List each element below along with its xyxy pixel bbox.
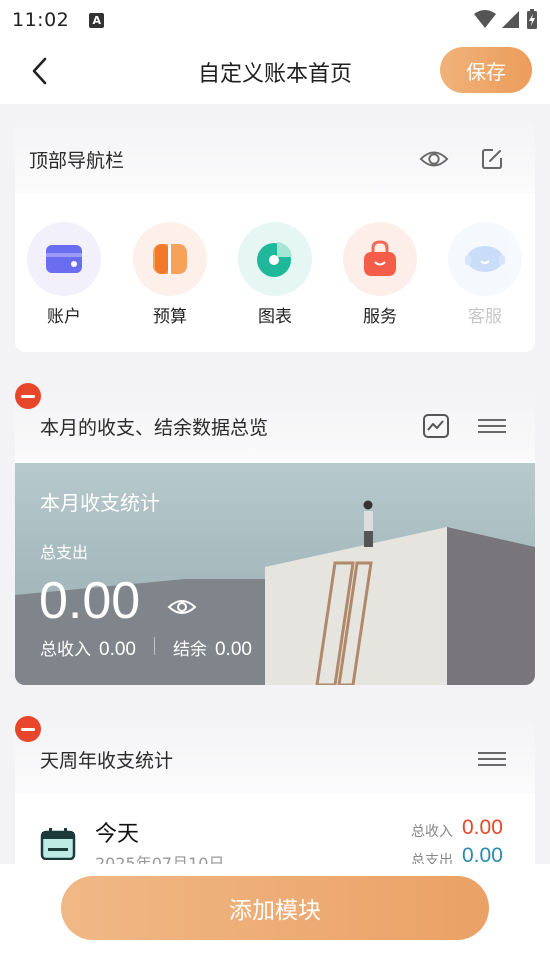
- budget-icon: [153, 244, 187, 274]
- minus-icon: [21, 394, 35, 398]
- nav-icon-bg: [133, 222, 207, 296]
- monthly-summary-banner: 本月收支统计 总支出 0.00 总收入 0.00 结余 0.00: [15, 463, 535, 685]
- signal-icon: [502, 11, 519, 28]
- income-label: 总收入: [411, 824, 453, 840]
- battery-icon: [527, 9, 537, 29]
- edit-button[interactable]: [477, 144, 507, 174]
- balance-label: 结余: [172, 640, 207, 660]
- top-nav-card: 顶部导航栏 账户 预算 图表 服务 客服: [15, 122, 535, 352]
- drag-handle-icon: [478, 752, 506, 766]
- nav-label: 账户: [47, 307, 81, 327]
- save-button[interactable]: 保存: [440, 47, 532, 93]
- eye-icon: [167, 600, 197, 614]
- wallet-card-icon: [46, 245, 82, 273]
- edit-icon: [482, 149, 502, 169]
- nav-item-chart[interactable]: 图表: [235, 222, 315, 327]
- expense-label: 总支出: [40, 543, 89, 562]
- nav-label: 服务: [363, 307, 397, 327]
- nav-item-account[interactable]: 账户: [24, 222, 104, 327]
- divider: [153, 637, 155, 655]
- card-header: 本月的收支、结余数据总览: [15, 389, 535, 461]
- nav-label: 图表: [258, 307, 292, 327]
- period-label: 今天: [95, 822, 140, 847]
- preview-button[interactable]: [419, 144, 449, 174]
- customer-service-icon: [465, 246, 505, 272]
- status-bar: 11:02 A: [0, 0, 550, 40]
- drag-handle-icon: [478, 419, 506, 433]
- nav-icon-bg: [448, 222, 522, 296]
- minus-icon: [21, 727, 35, 731]
- app-header: 自定义账本首页 保存: [0, 40, 550, 104]
- banner-title: 本月收支统计: [40, 491, 160, 515]
- toggle-visibility-button[interactable]: [167, 597, 197, 621]
- bottom-bar: 添加模块: [0, 864, 550, 977]
- drag-handle[interactable]: [477, 411, 507, 441]
- add-module-button[interactable]: 添加模块: [61, 876, 489, 940]
- remove-module-button[interactable]: [15, 716, 41, 742]
- drag-handle[interactable]: [477, 744, 507, 774]
- eye-icon: [419, 151, 449, 167]
- nav-icon-bg: [27, 222, 101, 296]
- income-label: 总收入: [40, 640, 91, 660]
- nav-item-service[interactable]: 服务: [340, 222, 420, 327]
- card-title: 顶部导航栏: [29, 150, 125, 172]
- overview-card: 本月的收支、结余数据总览 本月收支统计 总支出 0.00 总收入 0.00 结余…: [15, 389, 535, 685]
- wifi-icon: [474, 10, 496, 28]
- calendar-icon: [40, 828, 76, 860]
- income-amount: 0.00: [99, 639, 136, 660]
- chart-style-button[interactable]: [421, 411, 451, 441]
- pie-chart-icon: [257, 242, 292, 277]
- income-balance-row: 总收入 0.00 结余 0.00: [40, 635, 252, 661]
- nav-icon-row: 账户 预算 图表 服务 客服: [15, 218, 535, 348]
- income-amount: 0.00: [462, 816, 503, 839]
- remove-module-button[interactable]: [15, 383, 41, 409]
- chart-icon: [423, 414, 449, 438]
- nav-item-budget[interactable]: 预算: [130, 222, 210, 327]
- nav-label: 客服: [468, 307, 502, 327]
- nav-label: 预算: [153, 307, 187, 327]
- notification-icon: A: [89, 12, 105, 28]
- card-title: 天周年收支统计: [40, 750, 174, 772]
- status-time: 11:02: [12, 9, 70, 31]
- shopping-bag-icon: [364, 240, 396, 276]
- expense-amount: 0.00: [39, 572, 141, 630]
- card-header: 顶部导航栏: [15, 122, 535, 194]
- card-title: 本月的收支、结余数据总览: [40, 417, 269, 439]
- nav-icon-bg: [238, 222, 312, 296]
- balance-amount: 0.00: [214, 639, 252, 660]
- card-header: 天周年收支统计: [15, 722, 535, 794]
- nav-item-support[interactable]: 客服: [445, 222, 525, 327]
- nav-icon-bg: [343, 222, 417, 296]
